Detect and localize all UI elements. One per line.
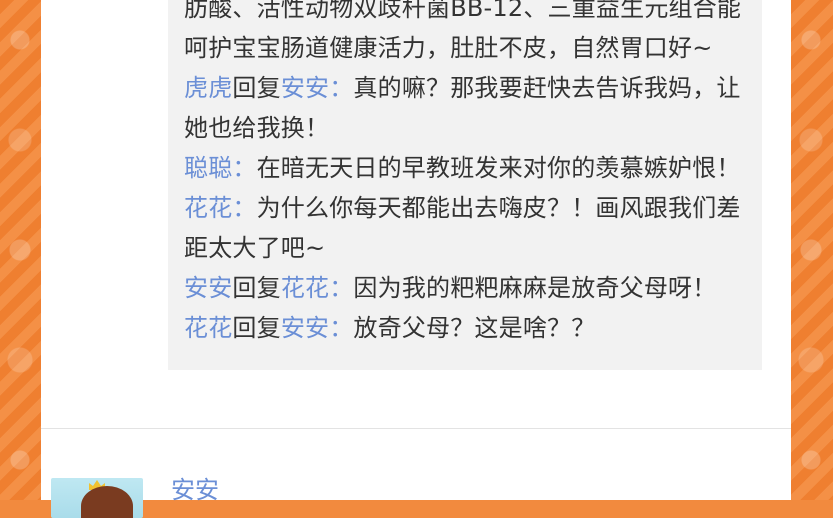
cartoon-avatar-icon[interactable] bbox=[51, 478, 143, 518]
reply-text: 放奇父母？这是啥？？ bbox=[353, 314, 596, 342]
reply-verb: 回复 bbox=[232, 274, 281, 302]
reply-username[interactable]: 安安： bbox=[281, 314, 354, 342]
reply-line: 安安回复花花：因为我的粑粑麻麻是放奇父母呀！ bbox=[184, 268, 758, 308]
reply-username[interactable]: 聪聪： bbox=[184, 154, 257, 182]
reply-verb: 回复 bbox=[232, 74, 281, 102]
reply-line: 距太大了吧~ bbox=[184, 228, 758, 268]
comment-divider bbox=[41, 428, 791, 429]
reply-username[interactable]: 虎虎 bbox=[184, 74, 232, 102]
reply-username[interactable]: 安安 bbox=[184, 274, 232, 302]
reply-username[interactable]: 花花： bbox=[184, 194, 257, 222]
reply-username[interactable]: 花花 bbox=[184, 314, 232, 342]
reply-line: 花花回复安安：放奇父母？这是啥？？ bbox=[184, 308, 758, 348]
reply-text: 为什么你每天都能出去嗨皮？！画风跟我们差 bbox=[256, 194, 741, 222]
reply-line: 她也给我换！ bbox=[184, 108, 758, 148]
comment-card: 肪酸、活性动物双歧杆菌BB-12、三重益生元组合能呵护宝宝肠道健康活力，肚肚不皮… bbox=[41, 0, 791, 518]
reply-line: 花花：为什么你每天都能出去嗨皮？！画风跟我们差 bbox=[184, 188, 758, 228]
right-pattern-border bbox=[791, 0, 833, 500]
reply-text: 呵护宝宝肠道健康活力，肚肚不皮，自然胃口好~ bbox=[184, 34, 713, 62]
reply-thread-box: 肪酸、活性动物双歧杆菌BB-12、三重益生元组合能呵护宝宝肠道健康活力，肚肚不皮… bbox=[168, 0, 762, 370]
reply-text: 因为我的粑粑麻麻是放奇父母呀！ bbox=[353, 274, 717, 302]
reply-line: 虎虎回复安安：真的嘛？那我要赶快去告诉我妈，让 bbox=[184, 68, 758, 108]
reply-text: 肪酸、活性动物双歧杆菌BB-12、三重益生元组合能 bbox=[184, 0, 742, 22]
reply-text: 她也给我换！ bbox=[184, 114, 330, 142]
reply-list: 肪酸、活性动物双歧杆菌BB-12、三重益生元组合能呵护宝宝肠道健康活力，肚肚不皮… bbox=[184, 0, 758, 348]
left-pattern-border bbox=[0, 0, 41, 500]
reply-verb: 回复 bbox=[232, 314, 281, 342]
reply-text: 距太大了吧~ bbox=[184, 234, 326, 262]
reply-username[interactable]: 花花： bbox=[281, 274, 354, 302]
reply-line: 呵护宝宝肠道健康活力，肚肚不皮，自然胃口好~ bbox=[184, 28, 758, 68]
reply-text: 在暗无天日的早教班发来对你的羡慕嫉妒恨！ bbox=[256, 154, 741, 182]
reply-username[interactable]: 安安： bbox=[281, 74, 354, 102]
reply-text: 真的嘛？那我要赶快去告诉我妈，让 bbox=[353, 74, 741, 102]
avatar-character bbox=[81, 486, 133, 518]
reply-line: 肪酸、活性动物双歧杆菌BB-12、三重益生元组合能 bbox=[184, 0, 758, 28]
reply-line: 聪聪：在暗无天日的早教班发来对你的羡慕嫉妒恨！ bbox=[184, 148, 758, 188]
